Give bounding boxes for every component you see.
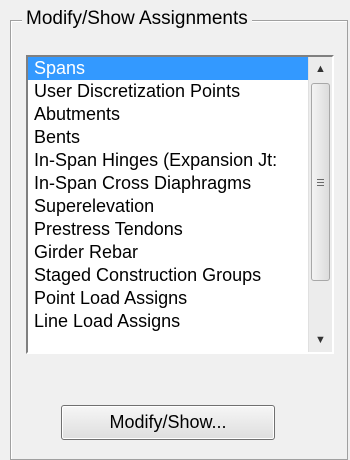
list-item-user-discretization-points[interactable]: User Discretization Points — [28, 80, 308, 103]
grip-lines-icon — [317, 178, 324, 186]
assignments-list: Spans User Discretization Points Abutmen… — [28, 57, 308, 352]
list-item-point-load-assigns[interactable]: Point Load Assigns — [28, 287, 308, 310]
list-item-prestress-tendons[interactable]: Prestress Tendons — [28, 218, 308, 241]
assignments-listbox[interactable]: Spans User Discretization Points Abutmen… — [26, 55, 334, 354]
list-item-girder-rebar[interactable]: Girder Rebar — [28, 241, 308, 264]
list-item-line-load-assigns[interactable]: Line Load Assigns — [28, 310, 308, 333]
vertical-scrollbar[interactable]: ▲ ▼ — [308, 57, 332, 352]
modify-show-button[interactable]: Modify/Show... — [61, 405, 275, 440]
list-item-in-span-hinges[interactable]: In-Span Hinges (Expansion Jt: — [28, 149, 308, 172]
list-item-spans[interactable]: Spans — [28, 57, 308, 80]
list-item-in-span-cross-diaphragms[interactable]: In-Span Cross Diaphragms — [28, 172, 308, 195]
list-item-bents[interactable]: Bents — [28, 126, 308, 149]
list-item-abutments[interactable]: Abutments — [28, 103, 308, 126]
scroll-up-icon[interactable]: ▲ — [309, 57, 332, 81]
list-item-staged-construction-groups[interactable]: Staged Construction Groups — [28, 264, 308, 287]
scroll-down-icon[interactable]: ▼ — [309, 328, 332, 352]
scroll-thumb[interactable] — [311, 83, 330, 281]
groupbox-title: Modify/Show Assignments — [22, 8, 252, 30]
list-item-superelevation[interactable]: Superelevation — [28, 195, 308, 218]
